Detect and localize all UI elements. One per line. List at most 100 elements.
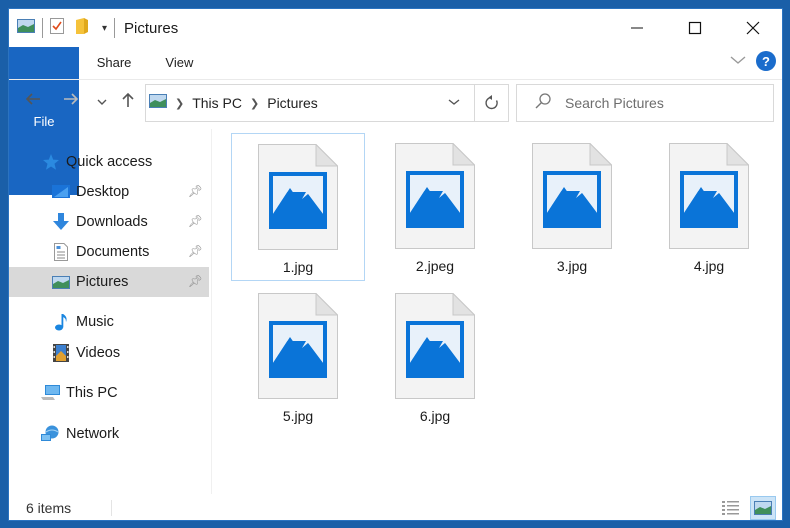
details-view-button[interactable] — [718, 496, 744, 520]
sidebar-item-network[interactable]: Network — [41, 419, 209, 449]
sidebar-item-this-pc[interactable]: This PC — [41, 378, 209, 408]
search-icon — [535, 92, 551, 114]
help-button[interactable]: ? — [756, 51, 776, 71]
explorer-window: ▾ Pictures File Home Share View ? — [8, 8, 783, 521]
star-icon — [41, 153, 61, 171]
chevron-down-icon — [730, 56, 746, 64]
breadcrumb-separator-icon[interactable]: ❯ — [250, 97, 259, 110]
tab-view[interactable]: View — [148, 47, 210, 77]
breadcrumb-pictures[interactable]: Pictures — [267, 95, 318, 111]
breadcrumb-this-pc[interactable]: This PC — [192, 95, 242, 111]
sidebar-item-desktop[interactable]: Desktop 📌︎ — [9, 177, 209, 207]
sidebar-item-label: Quick access — [66, 154, 153, 170]
sidebar-item-downloads[interactable]: Downloads 📌︎ — [9, 207, 209, 237]
pane-divider[interactable] — [211, 129, 212, 494]
address-bar[interactable]: ❯ This PC ❯ Pictures — [145, 84, 509, 122]
image-file-icon — [532, 142, 613, 249]
chevron-down-icon — [97, 99, 107, 105]
sidebar-item-label: Documents — [76, 244, 150, 260]
close-icon — [746, 21, 760, 35]
refresh-icon — [484, 95, 498, 110]
sidebar-item-music[interactable]: Music — [9, 307, 209, 337]
music-icon — [51, 313, 71, 331]
back-arrow-icon — [25, 93, 40, 105]
item-count: 6 items — [26, 500, 72, 516]
image-file-icon — [395, 292, 476, 399]
file-item[interactable]: 6.jpg — [368, 283, 502, 431]
status-separator — [111, 500, 113, 516]
minimize-button[interactable] — [608, 9, 666, 47]
image-file-icon — [258, 292, 339, 399]
file-name: 5.jpg — [282, 408, 314, 424]
pin-icon[interactable]: 📌︎ — [188, 244, 203, 258]
file-item[interactable]: 1.jpg — [231, 133, 365, 281]
file-name: 3.jpg — [556, 258, 588, 274]
file-name: 6.jpg — [419, 408, 451, 424]
pin-icon[interactable]: 📌︎ — [188, 274, 203, 288]
properties-icon[interactable] — [50, 17, 64, 39]
sidebar-item-label: Videos — [76, 345, 121, 361]
tab-share[interactable]: Share — [80, 47, 149, 77]
new-folder-icon[interactable] — [76, 17, 88, 39]
status-bar: 6 items — [9, 495, 782, 521]
large-icons-view-button[interactable] — [750, 496, 776, 520]
file-list: 1.jpg 2.jpeg 3.jpg 4.jpg 5.jpg 6.jpg — [221, 129, 774, 494]
maximize-icon — [688, 21, 702, 35]
file-item[interactable]: 4.jpg — [642, 133, 776, 281]
maximize-button[interactable] — [666, 9, 724, 47]
recent-locations-button[interactable] — [97, 93, 107, 111]
network-icon — [41, 425, 61, 443]
sidebar-item-documents[interactable]: Documents 📌︎ — [9, 237, 209, 267]
expand-ribbon-button[interactable] — [730, 52, 746, 70]
sidebar-item-pictures[interactable]: Pictures 📌︎ — [9, 267, 209, 297]
breadcrumb-separator-icon[interactable]: ❯ — [175, 97, 184, 110]
navigation-bar: ❯ This PC ❯ Pictures Search Pictures — [9, 79, 782, 123]
pictures-icon — [51, 273, 71, 291]
pin-icon[interactable]: 📌︎ — [188, 184, 203, 198]
minimize-icon — [631, 27, 643, 29]
close-button[interactable] — [724, 9, 782, 47]
forward-arrow-icon — [64, 93, 79, 105]
up-arrow-icon — [122, 92, 134, 107]
file-item[interactable]: 3.jpg — [505, 133, 639, 281]
address-history-button[interactable] — [448, 95, 460, 109]
sidebar-item-label: Music — [76, 314, 114, 330]
back-button[interactable] — [25, 92, 41, 111]
download-icon — [51, 213, 71, 231]
toolbar-separator — [42, 18, 43, 38]
pin-icon[interactable]: 📌︎ — [188, 214, 203, 228]
pictures-location-icon — [149, 93, 167, 113]
search-box[interactable]: Search Pictures — [516, 84, 774, 122]
toolbar-separator — [114, 18, 116, 38]
forward-button[interactable] — [63, 92, 79, 111]
details-view-icon — [722, 501, 739, 515]
documents-icon — [51, 243, 71, 261]
refresh-button[interactable] — [474, 85, 508, 121]
file-name: 4.jpg — [693, 258, 725, 274]
pictures-folder-icon[interactable] — [17, 18, 35, 38]
file-name: 2.jpeg — [415, 258, 455, 274]
navigation-pane: Quick access Desktop 📌︎ Downloads 📌︎ Doc… — [9, 145, 211, 495]
sidebar-item-label: Pictures — [76, 274, 129, 290]
computer-icon — [41, 384, 61, 402]
sidebar-item-videos[interactable]: Videos — [9, 338, 209, 368]
sidebar-item-label: Downloads — [76, 214, 148, 230]
videos-icon — [51, 344, 71, 362]
image-file-icon — [669, 142, 750, 249]
desktop-icon — [51, 183, 71, 201]
ribbon-tabs: File Home Share View ? — [9, 47, 782, 195]
up-button[interactable] — [121, 92, 135, 113]
large-icons-view-icon — [754, 501, 772, 515]
sidebar-item-label: This PC — [66, 385, 118, 401]
image-file-icon — [258, 143, 339, 250]
customize-toolbar-icon[interactable]: ▾ — [102, 23, 107, 34]
chevron-down-icon — [448, 99, 460, 105]
file-item[interactable]: 5.jpg — [231, 283, 365, 431]
search-input[interactable]: Search Pictures — [565, 95, 664, 111]
sidebar-item-label: Network — [66, 426, 120, 442]
file-name: 1.jpg — [282, 259, 314, 275]
title-bar: ▾ Pictures — [9, 9, 782, 47]
sidebar-item-quick-access[interactable]: Quick access — [41, 147, 209, 177]
quick-access-toolbar: ▾ — [17, 17, 122, 39]
file-item[interactable]: 2.jpeg — [368, 133, 502, 281]
